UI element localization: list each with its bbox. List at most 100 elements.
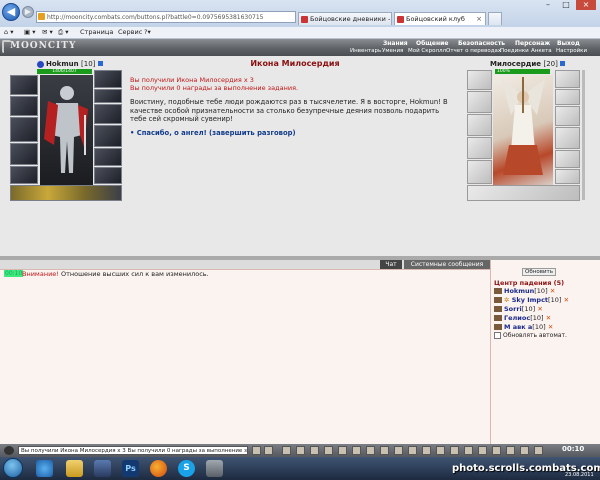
info-icon[interactable] — [97, 61, 103, 66]
firefox-icon[interactable] — [150, 460, 167, 477]
clan-icon[interactable] — [450, 446, 459, 455]
bank-icon[interactable] — [436, 446, 445, 455]
scroll-icon[interactable] — [506, 446, 515, 455]
nav-security[interactable]: Безопасность — [458, 40, 505, 47]
mail-icon[interactable]: ✉ ▾ — [42, 27, 53, 38]
address-bar[interactable]: http://mooncity.combats.com/buttons.pl?b… — [36, 11, 296, 23]
nav-battles[interactable]: Поединки — [500, 48, 529, 54]
nav-knowledge[interactable]: Знания — [383, 40, 408, 47]
online-user[interactable]: Hokmun[10] ✕ — [494, 287, 555, 296]
photoshop-icon[interactable]: Ps — [122, 460, 139, 477]
skype-icon[interactable]: S — [178, 460, 195, 477]
weapon-slot-icon[interactable] — [10, 96, 38, 116]
filter-icon[interactable] — [324, 446, 333, 455]
nav-scroll[interactable]: Мой Скроллл — [408, 48, 446, 54]
print-icon[interactable]: ⎙ ▾ — [58, 27, 69, 38]
attack-icon[interactable]: ✕ — [548, 323, 553, 331]
rings-row-icon[interactable] — [10, 185, 122, 201]
translit-icon[interactable] — [296, 446, 305, 455]
finish-dialog-link[interactable]: • Спасибо, о ангел! (завершить разговор) — [130, 129, 296, 137]
nav-inventory[interactable]: Инвентарь — [350, 48, 381, 54]
sword-slot-icon[interactable] — [10, 117, 38, 142]
nav-character[interactable]: Персонаж — [515, 40, 550, 47]
help-icon[interactable] — [520, 446, 529, 455]
nav-settings[interactable]: Настройки — [556, 48, 587, 54]
chat-icon[interactable] — [4, 446, 14, 455]
ring-slot-icon[interactable] — [94, 89, 122, 103]
mail-icon[interactable] — [380, 446, 389, 455]
belt-slot-icon[interactable] — [10, 166, 38, 184]
inventory-icon[interactable] — [478, 446, 487, 455]
nav-skills[interactable]: Умения — [382, 48, 403, 54]
exit-icon[interactable] — [534, 446, 543, 455]
clear-icon[interactable] — [264, 446, 273, 455]
helmet-slot-icon[interactable] — [10, 75, 38, 95]
nav-exit[interactable]: Выход — [557, 40, 580, 47]
chat-message: Внимание! Отношение высших сил к вам изм… — [22, 270, 209, 278]
log-icon[interactable] — [352, 446, 361, 455]
shield-slot-icon[interactable] — [94, 125, 122, 147]
settings-icon[interactable] — [310, 446, 319, 455]
start-button[interactable] — [3, 458, 23, 478]
quest-icon[interactable] — [408, 446, 417, 455]
attack-icon[interactable]: ✕ — [546, 314, 551, 322]
tab-system-messages[interactable]: Системные сообщения — [404, 260, 490, 269]
media-player-icon[interactable] — [94, 460, 111, 477]
app-icon[interactable] — [206, 460, 223, 477]
private-message-icon[interactable] — [494, 315, 502, 321]
ie-icon[interactable] — [36, 460, 53, 477]
bot-name[interactable]: Милосердие [20] — [490, 60, 566, 68]
map-icon[interactable] — [394, 446, 403, 455]
auto-refresh-checkbox[interactable] — [494, 332, 501, 339]
online-user[interactable]: Гелиос[10] ✕ — [494, 314, 551, 323]
attack-icon[interactable]: ✕ — [537, 305, 542, 313]
home-icon[interactable]: ⌂ ▾ — [4, 27, 13, 38]
send-icon[interactable] — [252, 446, 261, 455]
maximize-icon[interactable]: □ — [558, 0, 574, 10]
shop-icon[interactable] — [422, 446, 431, 455]
nav-transfers[interactable]: Отчет о переводах — [446, 48, 501, 54]
page-menu[interactable]: Страница — [80, 27, 113, 38]
tab-club[interactable]: Бойцовский клуб × — [394, 12, 486, 25]
feeds-icon[interactable]: ▣ ▾ — [24, 27, 35, 38]
private-message-icon[interactable] — [494, 297, 502, 303]
legs-slot-icon[interactable] — [94, 148, 122, 166]
amulet-slot-icon[interactable] — [94, 70, 122, 88]
online-user[interactable]: М авк а[10] ✕ — [494, 323, 553, 332]
tab-chat[interactable]: Чат — [380, 260, 402, 269]
refresh-button[interactable]: Обновить — [522, 268, 556, 276]
online-user[interactable]: Sorri[10] ✕ — [494, 305, 543, 314]
smile-icon[interactable] — [282, 446, 291, 455]
close-icon[interactable]: × — [476, 13, 482, 25]
service-menu[interactable]: Сервис — [118, 27, 142, 38]
tab-diaries[interactable]: Бойцовские дневники - (iter... — [298, 12, 392, 25]
forward-button[interactable]: ▶ — [22, 6, 34, 18]
attack-icon[interactable]: ✕ — [564, 296, 569, 304]
attack-icon[interactable]: ✕ — [550, 287, 555, 295]
nav-profile[interactable]: Анкета — [531, 48, 552, 54]
book-icon[interactable] — [492, 446, 501, 455]
new-tab-button[interactable] — [488, 12, 502, 25]
info-icon[interactable] — [560, 61, 566, 66]
folder-icon[interactable] — [66, 460, 83, 477]
hero-name[interactable]: Hokmun [10] — [46, 60, 103, 68]
angel-avatar[interactable] — [493, 75, 553, 185]
close-window-icon[interactable]: × — [576, 0, 596, 10]
private-message-icon[interactable] — [494, 288, 502, 294]
sound-icon[interactable] — [338, 446, 347, 455]
hero-avatar[interactable] — [40, 75, 93, 185]
boots-slot-icon[interactable] — [94, 167, 122, 184]
help-icon[interactable]: ?▾ — [144, 27, 151, 38]
armor-slot-icon[interactable] — [10, 143, 38, 165]
gloves-slot-icon[interactable] — [94, 104, 122, 124]
online-user[interactable]: ✲ Sky Impct[10] ✕ — [494, 296, 569, 305]
scrollbar[interactable] — [582, 70, 585, 200]
minimize-icon[interactable]: – — [540, 0, 556, 10]
battle-icon[interactable] — [464, 446, 473, 455]
private-message-icon[interactable] — [494, 324, 502, 330]
chat-input[interactable]: Вы получили Икона Милосердия х 3 Вы полу… — [18, 446, 248, 455]
private-message-icon[interactable] — [494, 306, 502, 312]
friends-icon[interactable] — [366, 446, 375, 455]
nav-communication[interactable]: Общение — [416, 40, 448, 47]
back-button[interactable]: ◀ — [2, 3, 20, 21]
